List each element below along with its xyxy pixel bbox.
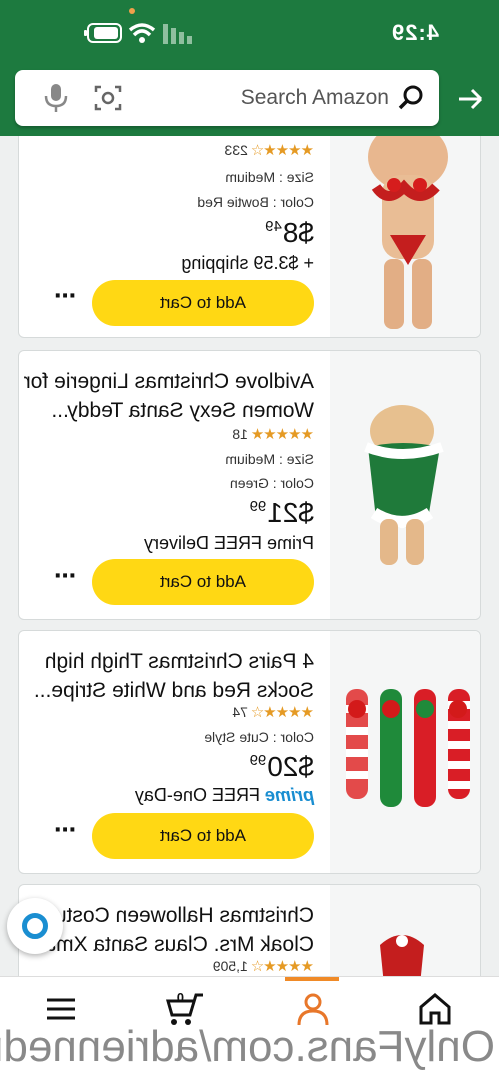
rating[interactable]: ★★★★☆ 233 [225,141,315,159]
more-options-icon[interactable]: ⋯ [53,817,76,843]
cart-item: 4 Pairs Christmas Thigh high Socks Red a… [18,630,481,874]
product-image[interactable] [330,631,480,873]
item-price: $849 [265,217,314,249]
status-bar: 4:29 [0,0,499,64]
cart-item: ★★★★☆ 233 Size : Medium Color : Bowtie R… [18,136,481,338]
search-placeholder: Search Amazon [240,86,389,109]
status-time: 4:29 [390,20,439,45]
add-to-cart-button[interactable]: Add to Cart [92,280,314,326]
price-main: $21 [267,497,314,528]
rating[interactable]: ★★★★★ 18 [232,425,314,443]
price-main: $8 [282,217,314,248]
price-cents: 99 [249,498,267,515]
prime-badge: prime [264,785,314,805]
cart-item-list: ★★★★☆ 233 Size : Medium Color : Bowtie R… [0,136,499,976]
product-image[interactable] [330,885,480,976]
price-main: $20 [267,751,314,782]
shipping-info: prime FREE One-Day [135,785,314,806]
item-color: Color : Cute Style [204,729,314,745]
item-color: Color : Bowtie Red [197,194,314,210]
shipping-info: Prime FREE Delivery [143,533,314,553]
search-header: Search Amazon [0,64,499,136]
search-input[interactable]: Search Amazon [15,70,439,126]
add-to-cart-button[interactable]: Add to Cart [92,813,314,859]
rating[interactable]: ★★★★☆ 74 [232,703,314,721]
product-image[interactable] [330,136,480,337]
more-options-icon[interactable]: ⋯ [53,563,76,589]
santa-cloak-image [380,935,424,976]
star-rating-icon: ★★★★☆ [251,704,314,721]
svg-text:0: 0 [177,990,184,1005]
screen: 4:29 Search Amazon ★★★★☆ 233 Size: Medi… [0,0,499,1079]
rating-count: 74 [232,704,248,720]
search-icon[interactable] [397,84,425,112]
price-cents: 99 [249,752,267,769]
cart-item: Christmas Halloween Costum Cloak Mrs. Cl… [18,884,481,976]
forward-arrow-icon[interactable] [455,84,485,114]
shipping-text: FREE One-Day [134,785,260,805]
notification-dot [129,8,135,14]
item-color: Color : Green [229,475,314,491]
lingerie-red-image [368,136,448,329]
item-size: Size : Medium [225,451,314,467]
assistant-icon [22,913,48,939]
nav-active-indicator [285,977,339,981]
rating-count: 233 [224,142,248,158]
rating-count: 18 [232,426,248,442]
price-cents: 49 [265,218,282,235]
item-price: $2099 [250,751,314,783]
shipping-info: + $3.59 shipping [181,253,314,273]
item-title-line-2[interactable]: Socks Red and White Stripe... [24,676,314,705]
item-title-line-2[interactable]: Women Sexy Santa Teddy... [24,396,314,425]
item-title-line-1[interactable]: 4 Pairs Christmas Thigh high [24,647,314,676]
lingerie-green-image [364,405,444,565]
battery-icon [84,23,122,43]
product-image[interactable] [330,351,480,619]
star-rating-icon: ★★★★☆ [251,958,314,975]
add-to-cart-button[interactable]: Add to Cart [92,559,314,605]
watermark-text: OnlyFans.com/adriennedr [0,1022,495,1071]
more-options-icon[interactable]: ⋯ [53,283,76,309]
star-rating-icon: ★★★★☆ [251,142,314,159]
stockings-image [346,689,470,807]
signal-icon [163,24,192,44]
camera-scan-icon[interactable] [93,83,123,113]
cart-item: Avidlove Christmas Lingerie for Women Se… [18,350,481,620]
assistant-button[interactable] [7,898,63,954]
item-title-line-1[interactable]: Avidlove Christmas Lingerie for [24,367,314,396]
wifi-icon [128,23,156,43]
rating[interactable]: ★★★★☆ 1,509 [213,957,314,975]
star-rating-icon: ★★★★★ [251,426,314,443]
microphone-icon[interactable] [41,82,71,114]
item-size: Size : Medium [225,169,314,185]
rating-count: 1,509 [212,958,248,974]
item-title-line-2[interactable]: Cloak Mrs. Claus Santa Xmas... [24,930,314,959]
item-title-line-1[interactable]: Christmas Halloween Costum [24,901,314,930]
item-price: $2199 [250,497,314,529]
